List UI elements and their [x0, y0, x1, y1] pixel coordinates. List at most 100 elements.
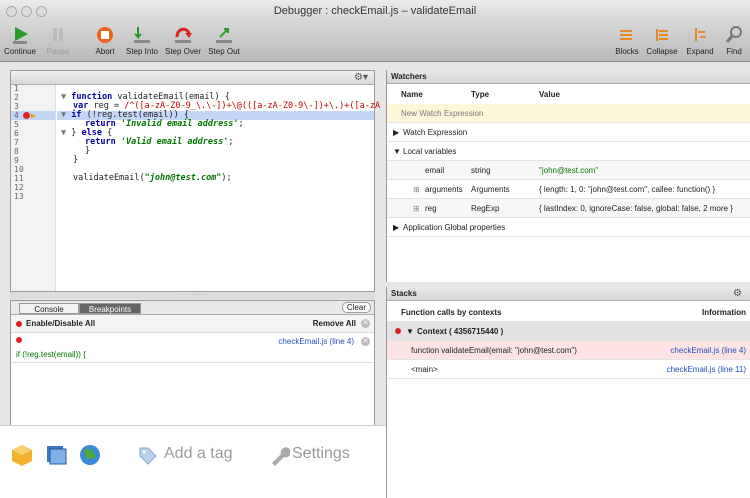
stack-frame-main[interactable]: <main> checkEmail.js (line 11) [387, 360, 750, 379]
source-editor[interactable]: ⚙▾ 1 2 3 4 ▶ 5 6 7 8 9 10 11 12 13 ▼ function validat… [10, 70, 380, 292]
triangle-right-icon: ▶ [393, 223, 400, 232]
breakpoint-item[interactable]: checkEmail.js (line 4) ✕ if (!reg.test(e… [11, 333, 374, 363]
section-local-variables[interactable]: ▼ Local variables [387, 142, 750, 161]
title-bar: Debugger : checkEmail.js – validateEmail [0, 0, 750, 22]
abort-button[interactable]: Abort [92, 24, 118, 56]
line-number[interactable]: 10 [14, 165, 24, 174]
enable-disable-row: Enable/Disable All Remove All ✕ [11, 315, 374, 333]
watch-row-email[interactable]: email string "john@test.com" [387, 161, 750, 180]
breakpoint-dot-icon [16, 321, 22, 327]
watchers-title: Watchers [387, 70, 750, 84]
expand-button[interactable]: Expand [683, 24, 717, 56]
line-number[interactable]: 2 [14, 93, 19, 102]
stack-frame-validateEmail[interactable]: function validateEmail(email: "john@test… [387, 341, 750, 360]
code-area[interactable]: ▼ function validateEmail(email) { var re… [57, 85, 380, 291]
watch-row-arguments[interactable]: ⊞ arguments Arguments { length: 1, 0: "j… [387, 180, 750, 199]
continue-button[interactable]: Continue [3, 24, 37, 56]
continue-icon [13, 27, 28, 44]
code-line-7: return 'Valid email address'; [85, 137, 234, 147]
line-number[interactable]: 5 [14, 120, 19, 129]
line-number[interactable]: 3 [14, 102, 19, 111]
stacks-title: Stacks [387, 287, 750, 301]
context-row[interactable]: ▼ Context ( 4356715440 ) [387, 322, 750, 341]
context-dot-icon [395, 328, 401, 334]
current-line-arrow-icon: ▶ [31, 111, 36, 120]
column-value[interactable]: Value [539, 86, 560, 104]
line-number[interactable]: 6 [14, 129, 19, 138]
close-window-button[interactable] [6, 6, 17, 17]
window-title: Debugger : checkEmail.js – validateEmail [273, 5, 477, 17]
pause-button[interactable]: Pause [44, 24, 72, 56]
find-icon [725, 26, 742, 43]
watch-row-reg[interactable]: ⊞ reg RegExp { lastIndex: 0, ignoreCase:… [387, 199, 750, 218]
wrench-icon [272, 447, 290, 466]
step-into-icon [134, 27, 150, 43]
breakpoint-marker-icon[interactable] [23, 112, 30, 119]
collapse-button[interactable]: Collapse [644, 24, 680, 56]
breakpoints-panel: Console Breakpoints Clear Enable/Disable… [10, 300, 375, 430]
line-number[interactable]: 4 ▶ [11, 111, 55, 120]
globe-icon[interactable] [78, 443, 102, 467]
tab-console[interactable]: Console [19, 303, 79, 314]
breakpoint-code: if (!reg.test(email)) { [16, 350, 86, 359]
clear-button[interactable]: Clear [341, 302, 371, 313]
column-name[interactable]: Name [401, 86, 423, 104]
step-into-button[interactable]: Step Into [123, 24, 161, 56]
code-line-11: validateEmail("john@test.com"); [73, 173, 232, 183]
abort-icon [97, 27, 113, 43]
line-number-gutter[interactable]: 1 2 3 4 ▶ 5 6 7 8 9 10 11 12 13 [11, 84, 56, 291]
triangle-right-icon: ▶ [393, 128, 400, 137]
line-number[interactable]: 12 [14, 183, 24, 192]
section-watch-expression[interactable]: ▶ Watch Expression [387, 123, 750, 142]
remove-all-icon[interactable]: ✕ [361, 319, 370, 328]
step-over-icon [175, 27, 192, 43]
tab-breakpoints[interactable]: Breakpoints [79, 303, 141, 314]
find-button[interactable]: Find [722, 24, 746, 56]
code-line-8: } [85, 146, 91, 156]
blocks-icon [620, 30, 632, 40]
add-tag-button[interactable]: Add a tag [164, 445, 233, 463]
minimize-window-button[interactable] [21, 6, 32, 17]
breakpoint-location-link[interactable]: checkEmail.js (line 4) [278, 337, 354, 346]
pause-icon [53, 28, 63, 41]
expand-plus-icon[interactable]: ⊞ [413, 199, 420, 218]
section-application-global[interactable]: ▶ Application Global properties [387, 218, 750, 237]
stacks-column-header: Function calls by contexts Information [387, 303, 750, 322]
package-icon[interactable] [10, 443, 34, 467]
column-type[interactable]: Type [471, 86, 489, 104]
screenshot-icon[interactable] [44, 443, 68, 467]
gear-icon[interactable]: ⚙▾ [354, 72, 368, 83]
code-line-9: } [73, 155, 79, 165]
tag-icon [139, 447, 157, 465]
blocks-button[interactable]: Blocks [614, 24, 640, 56]
new-watch-expression-input[interactable]: New Watch Expression [387, 104, 750, 123]
line-number[interactable]: 9 [14, 156, 19, 165]
gear-icon[interactable]: ⚙ [733, 288, 742, 299]
line-number[interactable]: 13 [14, 192, 24, 201]
breakpoint-dot-icon[interactable] [16, 337, 22, 343]
triangle-down-icon: ▼ [393, 147, 401, 156]
step-out-icon [216, 28, 232, 43]
expand-plus-icon[interactable]: ⊞ [413, 180, 420, 199]
line-number[interactable]: 11 [14, 174, 24, 183]
triangle-down-icon: ▼ [406, 327, 414, 336]
stacks-panel: Stacks ⚙ Function calls by contexts Info… [386, 287, 750, 498]
tag-toolbar-overlay: Add a tag Settings [0, 425, 386, 498]
debugger-window: Debugger : checkEmail.js – validateEmail… [0, 0, 750, 498]
remove-breakpoint-icon[interactable]: ✕ [361, 337, 370, 346]
step-out-button[interactable]: Step Out [206, 24, 242, 56]
remove-all-button[interactable]: Remove All [313, 315, 356, 333]
zoom-window-button[interactable] [36, 6, 47, 17]
column-information[interactable]: Information [702, 303, 746, 322]
step-over-button[interactable]: Step Over [163, 24, 203, 56]
collapse-icon [656, 29, 668, 41]
panel-tabs: Console Breakpoints Clear [11, 301, 374, 315]
line-number[interactable]: 8 [14, 147, 19, 156]
watchers-panel: Watchers Name Type Value New Watch Expre… [386, 70, 750, 282]
line-number[interactable]: 7 [14, 138, 19, 147]
editor-splitter[interactable]: · · · · · · · · · [10, 292, 375, 299]
line-number[interactable]: 1 [14, 84, 19, 93]
settings-button[interactable]: Settings [292, 445, 350, 463]
column-function-calls[interactable]: Function calls by contexts [401, 303, 501, 322]
enable-disable-all-button[interactable]: Enable/Disable All [26, 315, 95, 333]
